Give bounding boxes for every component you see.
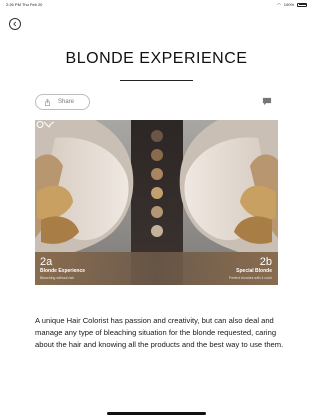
wifi-icon: ◠ <box>277 2 281 7</box>
color-swatch <box>151 149 163 161</box>
status-right: ◠ 100% <box>277 2 307 7</box>
hero-left-number: 2a <box>40 256 53 268</box>
color-swatch <box>151 187 163 199</box>
share-button[interactable]: Share <box>35 94 90 110</box>
hero-right-label: Special Blonde <box>236 268 272 274</box>
battery-icon <box>297 2 307 7</box>
status-time: 2:26 PM Thu Feb 20 <box>6 2 43 7</box>
home-indicator[interactable] <box>107 412 206 415</box>
hero-left-subtitle: Bleaching without risk <box>40 276 74 280</box>
title-divider <box>120 80 193 81</box>
page-title: BLONDE EXPERIENCE <box>65 50 248 67</box>
share-icon <box>45 98 50 106</box>
share-label: Share <box>58 99 75 105</box>
status-bar: 2:26 PM Thu Feb 20 ◠ 100% <box>0 0 313 8</box>
color-swatch <box>151 130 163 142</box>
hero-right-subtitle: Perfect blondes with 4 color <box>229 276 272 280</box>
color-swatches <box>151 130 163 237</box>
hero-left-label: Blonde Experience <box>40 268 86 274</box>
description-paragraph: A unique Hair Colorist has passion and c… <box>35 316 284 349</box>
hero-right-number: 2b <box>259 256 272 268</box>
hero-image: 2a Blonde Experience Bleaching without r… <box>35 120 278 285</box>
brand-logo <box>36 121 55 128</box>
color-swatch <box>151 225 163 237</box>
battery-percent: 100% <box>283 2 294 7</box>
color-swatch <box>151 206 163 218</box>
comment-icon[interactable] <box>262 97 272 106</box>
back-button[interactable] <box>9 18 21 30</box>
color-swatch <box>151 168 163 180</box>
chevron-left-icon <box>13 21 17 27</box>
